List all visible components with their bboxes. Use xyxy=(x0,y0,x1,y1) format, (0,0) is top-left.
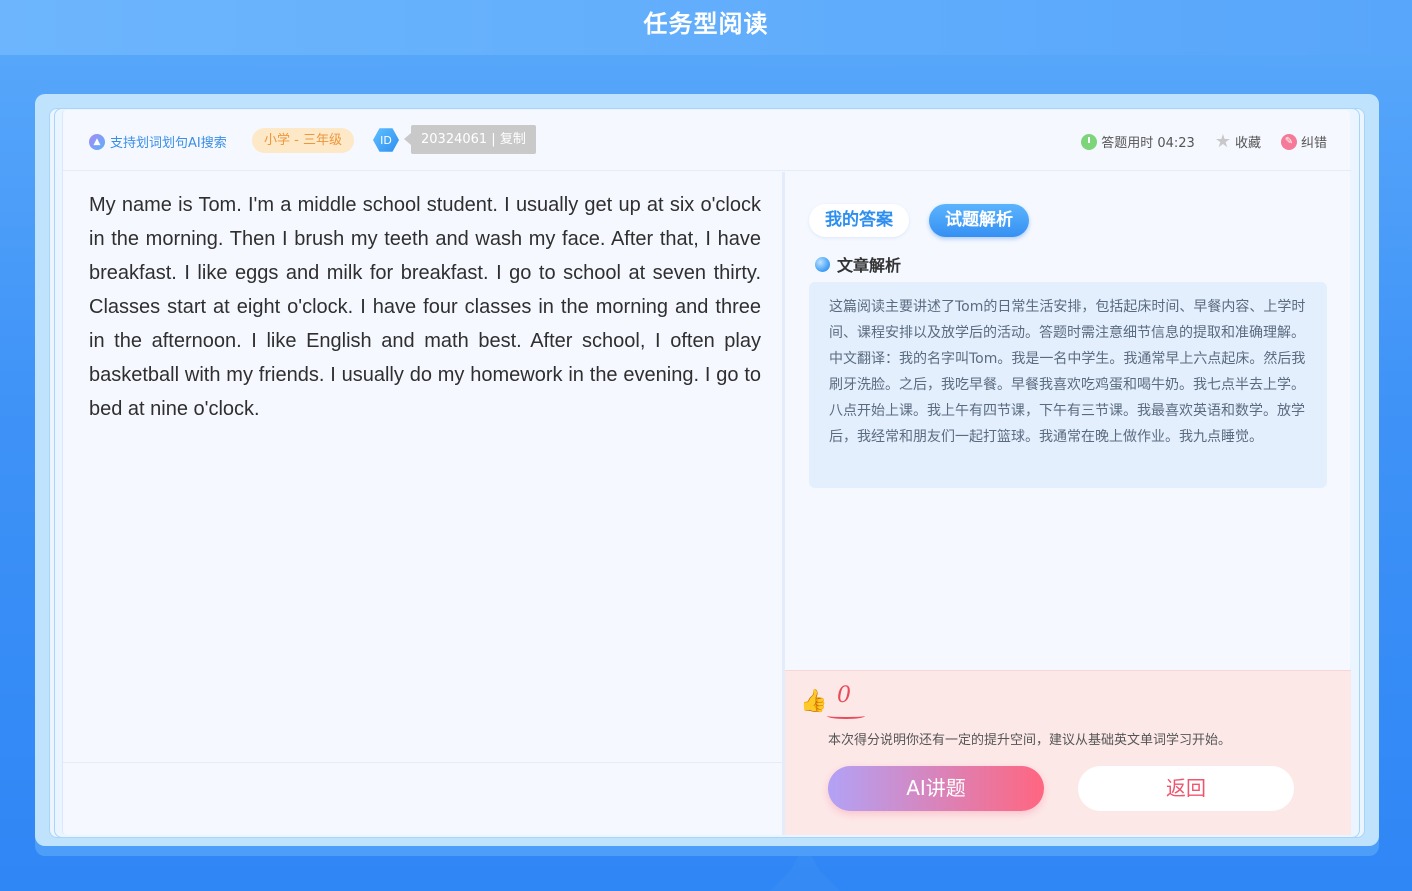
analysis-text: 这篇阅读主要讲述了Tom的日常生活安排，包括起床时间、早餐内容、上学时间、课程安… xyxy=(809,282,1327,488)
tab-my-answer[interactable]: 我的答案 xyxy=(809,204,909,237)
id-hexagon-icon: ID xyxy=(373,128,399,152)
clock-icon xyxy=(1081,133,1098,150)
score-message: 本次得分说明你还有一定的提升空间，建议从基础英文单词学习开始。 xyxy=(828,733,1232,748)
page-title: 任务型阅读 xyxy=(643,10,769,38)
passage-text[interactable]: My name is Tom. I'm a middle school stud… xyxy=(89,188,761,426)
ai-triangle-icon: ▲ xyxy=(89,133,105,150)
passage-panel: My name is Tom. I'm a middle school stud… xyxy=(63,172,782,763)
score-panel: 👍 0 本次得分说明你还有一定的提升空间，建议从基础英文单词学习开始。 AI讲题… xyxy=(785,670,1351,835)
card-header: ▲ 支持划词划句AI搜索 小学 - 三年级 ID 20324061 | 复制 答… xyxy=(63,110,1351,171)
thumbs-up-icon: 👍 xyxy=(800,689,828,714)
grade-badge: 小学 - 三年级 xyxy=(252,128,354,153)
answer-time: 答题用时 04:23 xyxy=(1081,132,1195,151)
back-button[interactable]: 返回 xyxy=(1078,766,1294,811)
eraser-icon: ✎ xyxy=(1280,133,1297,150)
bullet-dot-icon xyxy=(815,256,830,272)
score-underline xyxy=(827,713,865,719)
favorite-button[interactable]: ★ 收藏 xyxy=(1215,132,1261,151)
id-copy-tag[interactable]: 20324061 | 复制 xyxy=(404,125,536,154)
score-value: 0 xyxy=(837,683,851,708)
answer-tabs: 我的答案 试题解析 xyxy=(809,204,1029,237)
question-card: ▲ 支持划词划句AI搜索 小学 - 三年级 ID 20324061 | 复制 答… xyxy=(62,110,1351,835)
bottom-decoration xyxy=(770,856,840,891)
tab-analysis[interactable]: 试题解析 xyxy=(929,204,1029,237)
top-bar: 任务型阅读 xyxy=(0,0,1412,55)
report-label: 纠错 xyxy=(1300,136,1327,151)
answer-time-label: 答题用时 04:23 xyxy=(1101,136,1195,151)
star-icon: ★ xyxy=(1214,130,1231,152)
ai-explain-button[interactable]: AI讲题 xyxy=(828,766,1044,811)
report-error-button[interactable]: ✎ 纠错 xyxy=(1280,132,1327,151)
analysis-section-title: 文章解析 xyxy=(815,252,901,276)
ai-search-label: 支持划词划句AI搜索 xyxy=(110,136,227,151)
analysis-title-label: 文章解析 xyxy=(837,256,902,275)
analysis-panel: 我的答案 试题解析 文章解析 这篇阅读主要讲述了Tom的日常生活安排，包括起床时… xyxy=(785,172,1351,672)
header-actions: 答题用时 04:23 ★ 收藏 ✎ 纠错 xyxy=(1081,132,1327,151)
ai-search-hint[interactable]: ▲ 支持划词划句AI搜索 xyxy=(89,132,227,151)
favorite-label: 收藏 xyxy=(1234,136,1261,151)
